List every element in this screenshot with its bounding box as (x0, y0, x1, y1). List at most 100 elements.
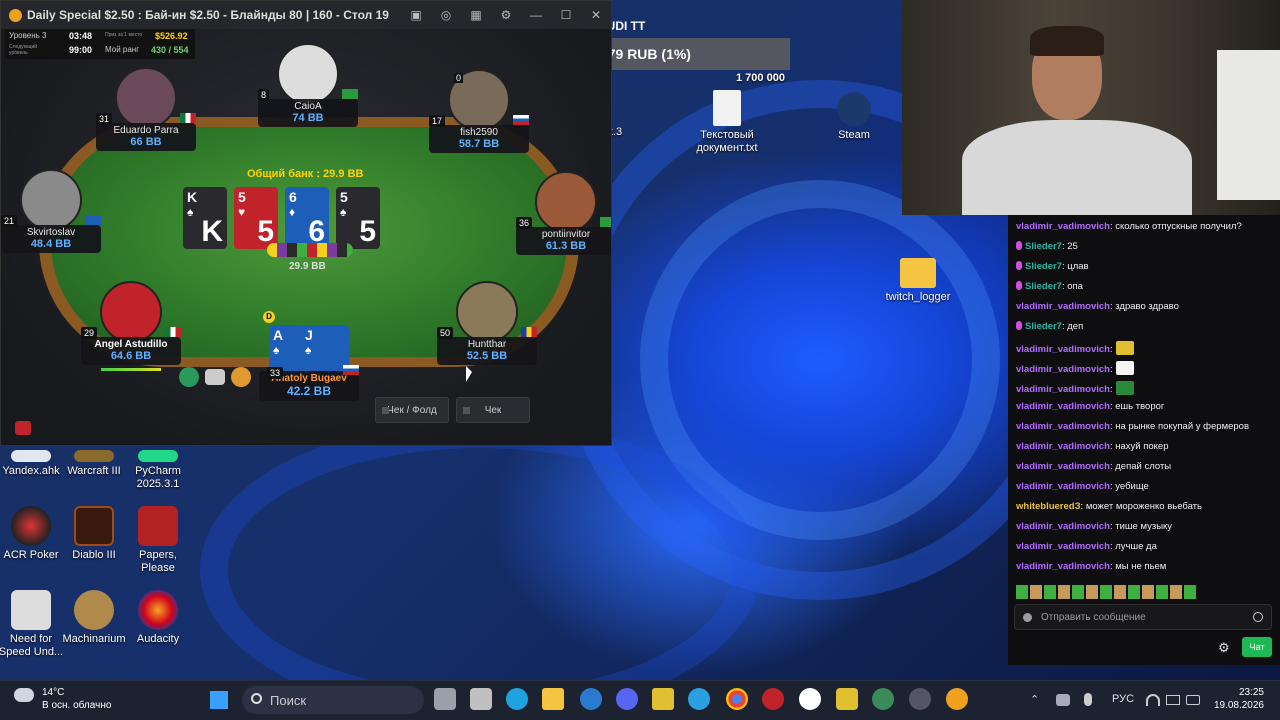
player-badge: 50 (437, 327, 454, 339)
chat-bubble-icon[interactable] (205, 369, 225, 385)
desktop-icon-nfs[interactable]: Need for Speed Und... (0, 590, 66, 659)
check-fold-button[interactable]: Чек / Фолд (375, 397, 449, 423)
chat-username[interactable]: vladimir_vadimovich (1016, 541, 1110, 552)
emoji-icon[interactable] (231, 367, 251, 387)
taskbar-search[interactable]: Поиск (242, 686, 424, 714)
chat-username[interactable]: Slieder7 (1025, 261, 1062, 272)
close-icon[interactable]: ✕ (581, 8, 611, 22)
browser-icon[interactable] (580, 688, 602, 710)
language-indicator[interactable]: РУС (1112, 693, 1134, 705)
chat-username[interactable]: vladimir_vadimovich (1016, 481, 1110, 492)
chat-username[interactable]: vladimir_vadimovich (1016, 461, 1110, 472)
flag-icon (342, 89, 358, 99)
desktop-icon-papers-please[interactable]: Papers, Please (123, 506, 193, 575)
flag-icon (343, 365, 359, 375)
battery-icon[interactable] (1186, 695, 1200, 705)
chat-username[interactable]: vladimir_vadimovich (1016, 301, 1110, 312)
chat-text: : лучше да (1109, 541, 1157, 552)
desktop-icon-yandex-ahk[interactable]: Yandex.ahk (0, 450, 66, 478)
tiles-icon[interactable]: ▦ (461, 8, 491, 22)
acr-poker-taskbar-icon[interactable] (946, 688, 968, 710)
yandex-browser-icon[interactable] (799, 688, 821, 710)
dice-icon[interactable] (15, 421, 31, 435)
wifi-icon[interactable] (1146, 694, 1160, 706)
chat-input[interactable]: Отправить сообщение (1014, 604, 1272, 630)
clock[interactable]: 23:25 19.08.2026 (1204, 686, 1264, 712)
chat-username[interactable]: vladimir_vadimovich (1016, 521, 1110, 532)
seat-huntthar[interactable]: 50 Huntthar 52.5 BB (437, 281, 537, 365)
file-explorer-icon[interactable] (542, 688, 564, 710)
edge-icon[interactable] (506, 688, 528, 710)
chat-username[interactable]: Slieder7 (1025, 321, 1062, 332)
level-label: Уровень 3 (9, 31, 47, 40)
desktop-icon-text-file[interactable]: Текстовый документ.txt (692, 90, 762, 155)
desktop-icon-diablo[interactable]: Diablo III (59, 506, 129, 562)
chat-icon[interactable]: ◎ (431, 8, 461, 22)
weather-widget[interactable]: 14°C В осн. облачно (14, 686, 111, 712)
chat-username[interactable]: vladimir_vadimovich (1016, 401, 1110, 412)
telegram-icon[interactable] (688, 688, 710, 710)
desktop-icon-acr-poker[interactable]: ACR Poker (0, 506, 66, 562)
seat-pontiinvitor[interactable]: 36 pontiinvitor 61.3 BB (516, 171, 611, 255)
microphone-icon[interactable] (1084, 693, 1092, 706)
chrome-icon[interactable] (726, 688, 748, 710)
seat-eduardo-parra[interactable]: 31 Eduardo Parra 66 BB (96, 67, 196, 151)
discord-icon[interactable] (616, 688, 638, 710)
chat-username[interactable]: Slieder7 (1025, 241, 1062, 252)
check-button[interactable]: Чек (456, 397, 530, 423)
volume-icon[interactable] (1166, 695, 1180, 705)
chat-username[interactable]: vladimir_vadimovich (1016, 421, 1110, 432)
board-card: 6 ♦ 6 (285, 187, 329, 249)
app-icon[interactable] (836, 688, 858, 710)
play-icon[interactable] (179, 367, 199, 387)
seat-skvirtoslav[interactable]: 21 Skvirtoslav 48.4 BB (1, 169, 101, 253)
chat-text: : (1109, 364, 1113, 375)
start-icon[interactable] (209, 690, 229, 710)
seat-angel-astudillo[interactable]: 29 Angel Astudillo 64.6 BB (81, 281, 181, 371)
seat-caioa[interactable]: 8 CaioA 74 BB (258, 43, 358, 127)
chat-send-button[interactable]: Чат (1242, 637, 1272, 657)
task-view-icon[interactable] (434, 688, 456, 710)
nameplate: 36 pontiinvitor 61.3 BB (516, 217, 611, 255)
desktop-icon-steam[interactable]: Steam (819, 92, 889, 142)
seat-fish2590[interactable]: 0 17 fish2590 58.7 BB (429, 69, 529, 153)
chat-username[interactable]: vladimir_vadimovich (1016, 384, 1110, 395)
desktop-icon-pycharm[interactable]: PyCharm 2025.3.1 (123, 450, 193, 491)
chat-username[interactable]: whiteblueredЗ (1016, 501, 1081, 512)
app-icon[interactable] (762, 688, 784, 710)
chat-text: : (1109, 384, 1113, 395)
board-card: K ♠ K (183, 187, 227, 249)
checkbox[interactable] (463, 407, 470, 414)
script-icon (11, 450, 51, 462)
desktop-icon-audacity[interactable]: Audacity (123, 590, 193, 646)
chat-username[interactable]: vladimir_vadimovich (1016, 364, 1110, 375)
app-icon[interactable] (872, 688, 894, 710)
desktop-icon-machinarium[interactable]: Machinarium (59, 590, 129, 646)
chat-username[interactable]: vladimir_vadimovich (1016, 561, 1110, 572)
app-icon[interactable] (909, 688, 931, 710)
hero-card: J ♠ (301, 325, 349, 375)
checkbox[interactable] (382, 407, 389, 414)
tray-app-icon[interactable] (1056, 694, 1070, 706)
desktop-icon-warcraft[interactable]: Warcraft III (59, 450, 129, 478)
chat-username[interactable]: vladimir_vadimovich (1016, 344, 1110, 355)
chat-username[interactable]: vladimir_vadimovich (1016, 221, 1110, 232)
layout-icon[interactable]: ▣ (401, 8, 431, 22)
chat-username[interactable]: vladimir_vadimovich (1016, 441, 1110, 452)
chevron-up-icon[interactable]: ⌃ (1030, 693, 1039, 706)
seat-hero[interactable]: 33 Anatoly Bugaev 42.2 BB (259, 365, 359, 401)
emoji-icon[interactable] (1253, 612, 1263, 622)
chat-username[interactable]: Slieder7 (1025, 281, 1062, 292)
streamer-shirt (962, 120, 1192, 215)
minimize-icon[interactable]: — (521, 8, 551, 22)
gear-icon[interactable]: ⚙ (491, 8, 521, 22)
poker-window[interactable]: Daily Special $2.50 : Бай-ин $2.50 - Бла… (0, 0, 612, 446)
gear-icon[interactable]: ⚙ (1218, 640, 1230, 656)
desktop-icon-twitch-logger[interactable]: twitch_logger (883, 258, 953, 304)
board-card: 5 ♥ 5 (234, 187, 278, 249)
poker-titlebar[interactable]: Daily Special $2.50 : Бай-ин $2.50 - Бла… (1, 1, 611, 29)
maximize-icon[interactable]: ☐ (551, 8, 581, 22)
poker-logo-icon (9, 8, 22, 22)
nfs-taskbar-icon[interactable] (470, 688, 492, 710)
app-icon[interactable] (652, 688, 674, 710)
